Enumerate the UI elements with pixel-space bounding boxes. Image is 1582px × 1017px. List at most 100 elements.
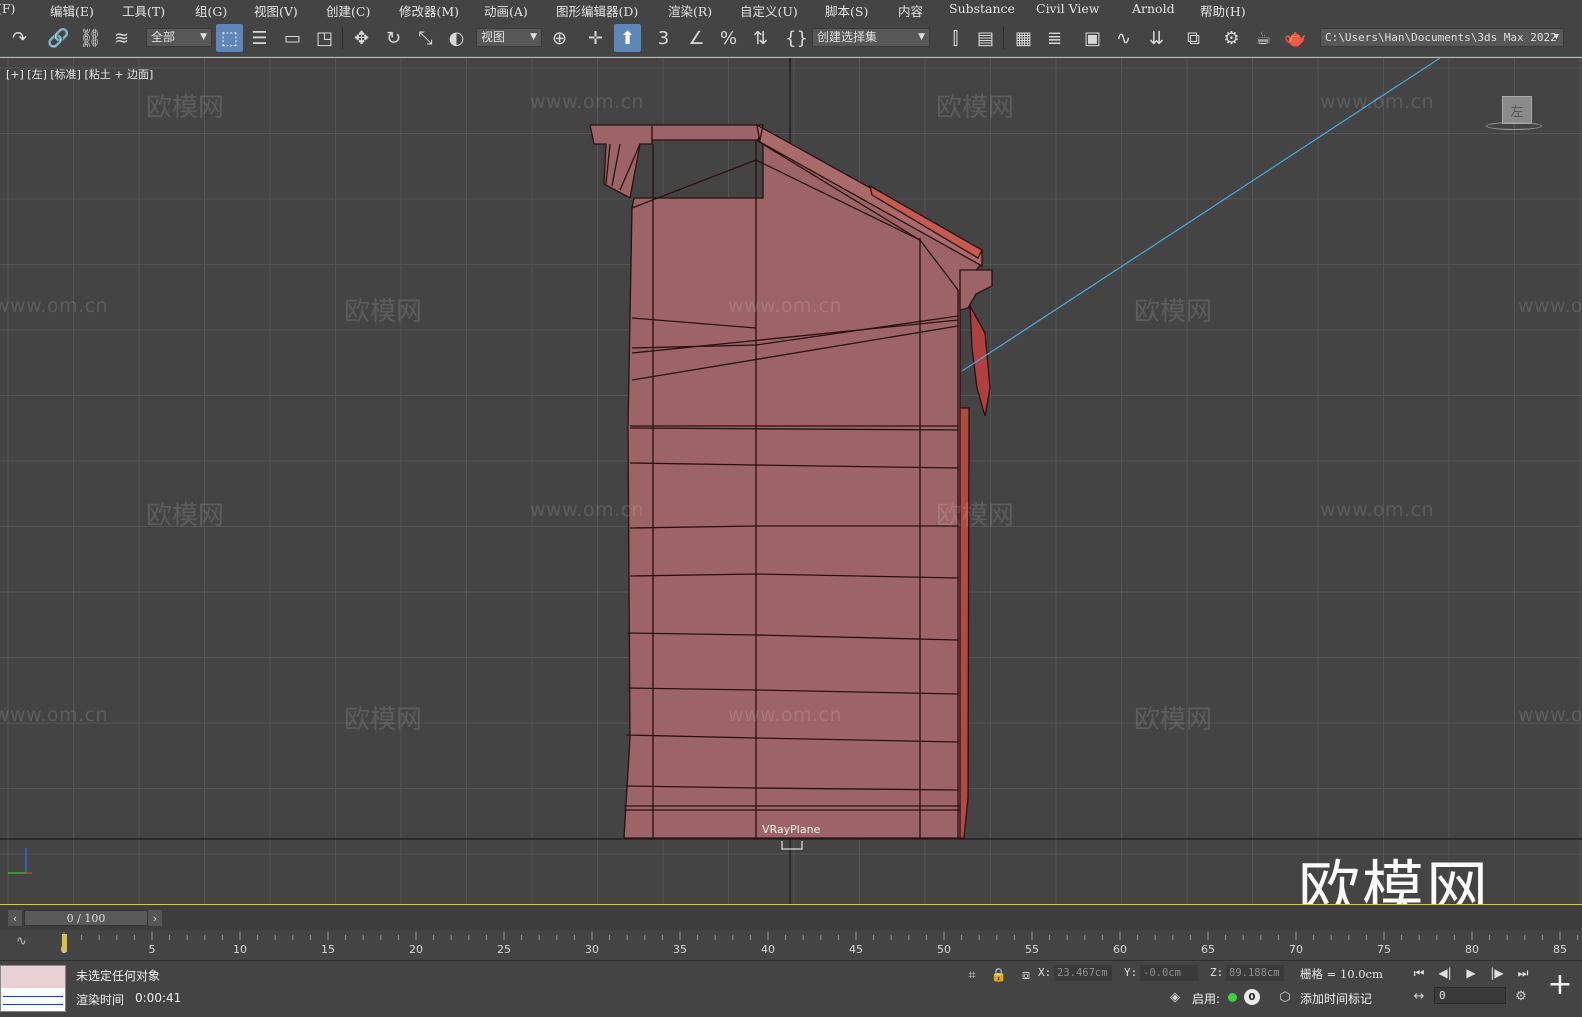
x-coord-label: X: — [1038, 966, 1052, 979]
percent-snap-icon[interactable]: % — [715, 24, 742, 52]
select-object-icon[interactable]: ⬚ — [216, 24, 243, 52]
align-icon[interactable]: ▤ — [972, 24, 999, 52]
ruler-label: 10 — [233, 943, 247, 956]
lock-icon[interactable]: 🔒 — [990, 967, 1008, 983]
right-cornice — [959, 269, 993, 311]
select-by-name-icon[interactable]: ☰ — [246, 24, 273, 52]
previous-frame-icon[interactable]: ◀| — [1434, 964, 1456, 982]
chevron-left-icon[interactable]: ‹ — [8, 910, 22, 926]
go-to-end-icon[interactable]: ⏭ — [1512, 964, 1534, 982]
menu-group[interactable]: 组(G) — [195, 1, 227, 20]
link-icon[interactable]: 🔗 — [45, 24, 72, 52]
menu-views[interactable]: 视图(V) — [254, 1, 298, 20]
menu-help[interactable]: 帮助(H) — [1200, 1, 1246, 20]
menu-arnold[interactable]: Arnold — [1132, 1, 1175, 16]
listener-line — [3, 996, 63, 997]
viewport-label-menu[interactable]: [+] [左] [标准] [粘土 + 边面] — [6, 66, 153, 82]
named-selection-value: 创建选择集 — [817, 30, 878, 44]
y-coord-field[interactable]: -0.0cm — [1140, 965, 1198, 981]
unlink-icon[interactable]: ⛓ — [77, 24, 104, 52]
spinner-snap-icon[interactable]: ⇅ — [747, 24, 774, 52]
absolute-mode-icon[interactable]: ⧈ — [1017, 967, 1035, 983]
time-tag-icon[interactable]: ⬡ — [1276, 989, 1294, 1005]
track-ruler: 0510152025303540455055606570758085 — [61, 932, 1579, 956]
toggle-ribbon-icon[interactable]: ▣ — [1079, 24, 1106, 52]
viewcube[interactable]: 左 — [1486, 94, 1542, 134]
frame-spinner-icon[interactable]: ↔ — [1410, 988, 1428, 1004]
object-label-vrayplane: VRayPlane — [762, 823, 821, 836]
time-config-icon[interactable]: ⚙ — [1512, 988, 1530, 1004]
project-path-dropdown[interactable]: C:\Users\Han\Documents\3ds Max 2022 ▼ — [1320, 28, 1564, 47]
go-to-start-icon[interactable]: ⏮ — [1408, 964, 1430, 982]
menu-content[interactable]: 内容 — [898, 1, 923, 20]
chevron-down-icon: ▼ — [918, 32, 925, 42]
selection-filter-dropdown[interactable]: 全部 ▼ — [146, 28, 212, 47]
scene-explorer-icon[interactable]: ▦ — [1010, 24, 1037, 52]
pivot-icon[interactable]: ⊕ — [546, 24, 573, 52]
menu-rendering[interactable]: 渲染(R) — [668, 1, 712, 20]
reference-coord-dropdown[interactable]: 视图 ▼ — [476, 28, 542, 47]
layer-explorer-icon[interactable]: ≣ — [1041, 24, 1068, 52]
render-time-value: 0:00:41 — [135, 991, 182, 1005]
listener-input-area[interactable] — [1, 966, 65, 988]
named-selection-dropdown[interactable]: 创建选择集 ▼ — [812, 28, 930, 47]
window-crossing-icon[interactable]: ◳ — [311, 24, 338, 52]
angle-snap-icon[interactable]: ∠ — [683, 24, 710, 52]
time-slider-thumb[interactable]: 0 / 100 — [24, 910, 148, 926]
menu-tools[interactable]: 工具(T) — [122, 1, 165, 20]
toolbar-divider — [342, 27, 343, 49]
scale-icon[interactable]: ⤡ — [412, 24, 439, 52]
ruler-label: 70 — [1289, 943, 1303, 956]
viewcube-face[interactable]: 左 — [1502, 96, 1532, 124]
move-icon[interactable]: ✥ — [348, 24, 375, 52]
snap-dimension-label: 3 — [657, 27, 670, 49]
track-bar[interactable]: ∿ 0510152025303540455055606570758085 — [0, 930, 1582, 960]
schematic-view-icon[interactable]: ⧉ — [1180, 24, 1207, 52]
render-setup-icon[interactable]: ☕ — [1250, 24, 1277, 52]
keyboard-shortcut-override-icon[interactable]: ⬆ — [614, 24, 641, 52]
menu-edit[interactable]: 编辑(E) — [50, 1, 94, 20]
light-target-line — [961, 58, 1441, 372]
left-cornice — [589, 124, 764, 199]
curve-editor-icon[interactable]: ∿ — [1110, 24, 1137, 52]
next-frame-icon[interactable]: |▶ — [1486, 964, 1508, 982]
placement-icon[interactable]: ◐ — [443, 24, 470, 52]
building-model — [589, 123, 993, 839]
dope-sheet-icon[interactable]: ⇊ — [1143, 24, 1170, 52]
menu-customize[interactable]: 自定义(U) — [740, 1, 798, 20]
menu-file[interactable]: (F) — [0, 1, 15, 16]
z-coord-field[interactable]: 89.188cm — [1226, 965, 1284, 981]
rect-region-icon[interactable]: ▭ — [279, 24, 306, 52]
redo-icon[interactable]: ↷ — [6, 24, 33, 52]
maxscript-mini-listener[interactable] — [0, 965, 66, 1012]
add-button[interactable]: + — [1545, 967, 1575, 1002]
left-viewport[interactable]: [+] [左] [标准] [粘土 + 边面] 欧模网 www.om.cn 欧模网… — [0, 57, 1582, 905]
time-slider[interactable]: ‹ 0 / 100 › — [0, 906, 1582, 930]
isolate-selection-icon[interactable]: ⌗ — [963, 967, 981, 983]
enable-count-badge[interactable]: 0 — [1244, 989, 1260, 1005]
menu-substance[interactable]: Substance — [949, 1, 1015, 16]
menu-graph-editors[interactable]: 图形编辑器(D) — [556, 1, 638, 20]
adaptive-degradation-icon[interactable]: ◈ — [1166, 989, 1184, 1005]
add-time-tag-button[interactable]: 添加时间标记 — [1300, 990, 1372, 1007]
menu-create[interactable]: 创建(C) — [326, 1, 370, 20]
menu-civil-view[interactable]: Civil View — [1036, 1, 1100, 16]
viewcube-compass-ring[interactable] — [1486, 122, 1542, 130]
selection-filter-value: 全部 — [151, 30, 176, 44]
material-editor-icon[interactable]: ⚙ — [1218, 24, 1245, 52]
chevron-right-icon[interactable]: › — [148, 910, 162, 926]
current-frame-field[interactable]: 0 — [1434, 987, 1506, 1004]
menu-modifiers[interactable]: 修改器(M) — [399, 1, 459, 20]
select-manipulate-icon[interactable]: ✛ — [582, 24, 609, 52]
play-icon[interactable]: ▶ — [1460, 964, 1482, 982]
snaps-toggle-icon[interactable]: 3 — [650, 24, 677, 52]
render-icon[interactable]: 🫖 — [1282, 24, 1309, 52]
menu-animation[interactable]: 动画(A) — [484, 1, 528, 20]
x-coord-field[interactable]: 23.467cm — [1054, 965, 1112, 981]
rotate-icon[interactable]: ↻ — [380, 24, 407, 52]
menu-scripting[interactable]: 脚本(S) — [825, 1, 868, 20]
bind-spacewarp-icon[interactable]: ≋ — [108, 24, 135, 52]
edit-named-selection-icon[interactable]: {} — [783, 24, 810, 52]
chevron-down-icon: ▼ — [530, 32, 537, 42]
mirror-icon[interactable]: ⫿ — [942, 24, 969, 52]
